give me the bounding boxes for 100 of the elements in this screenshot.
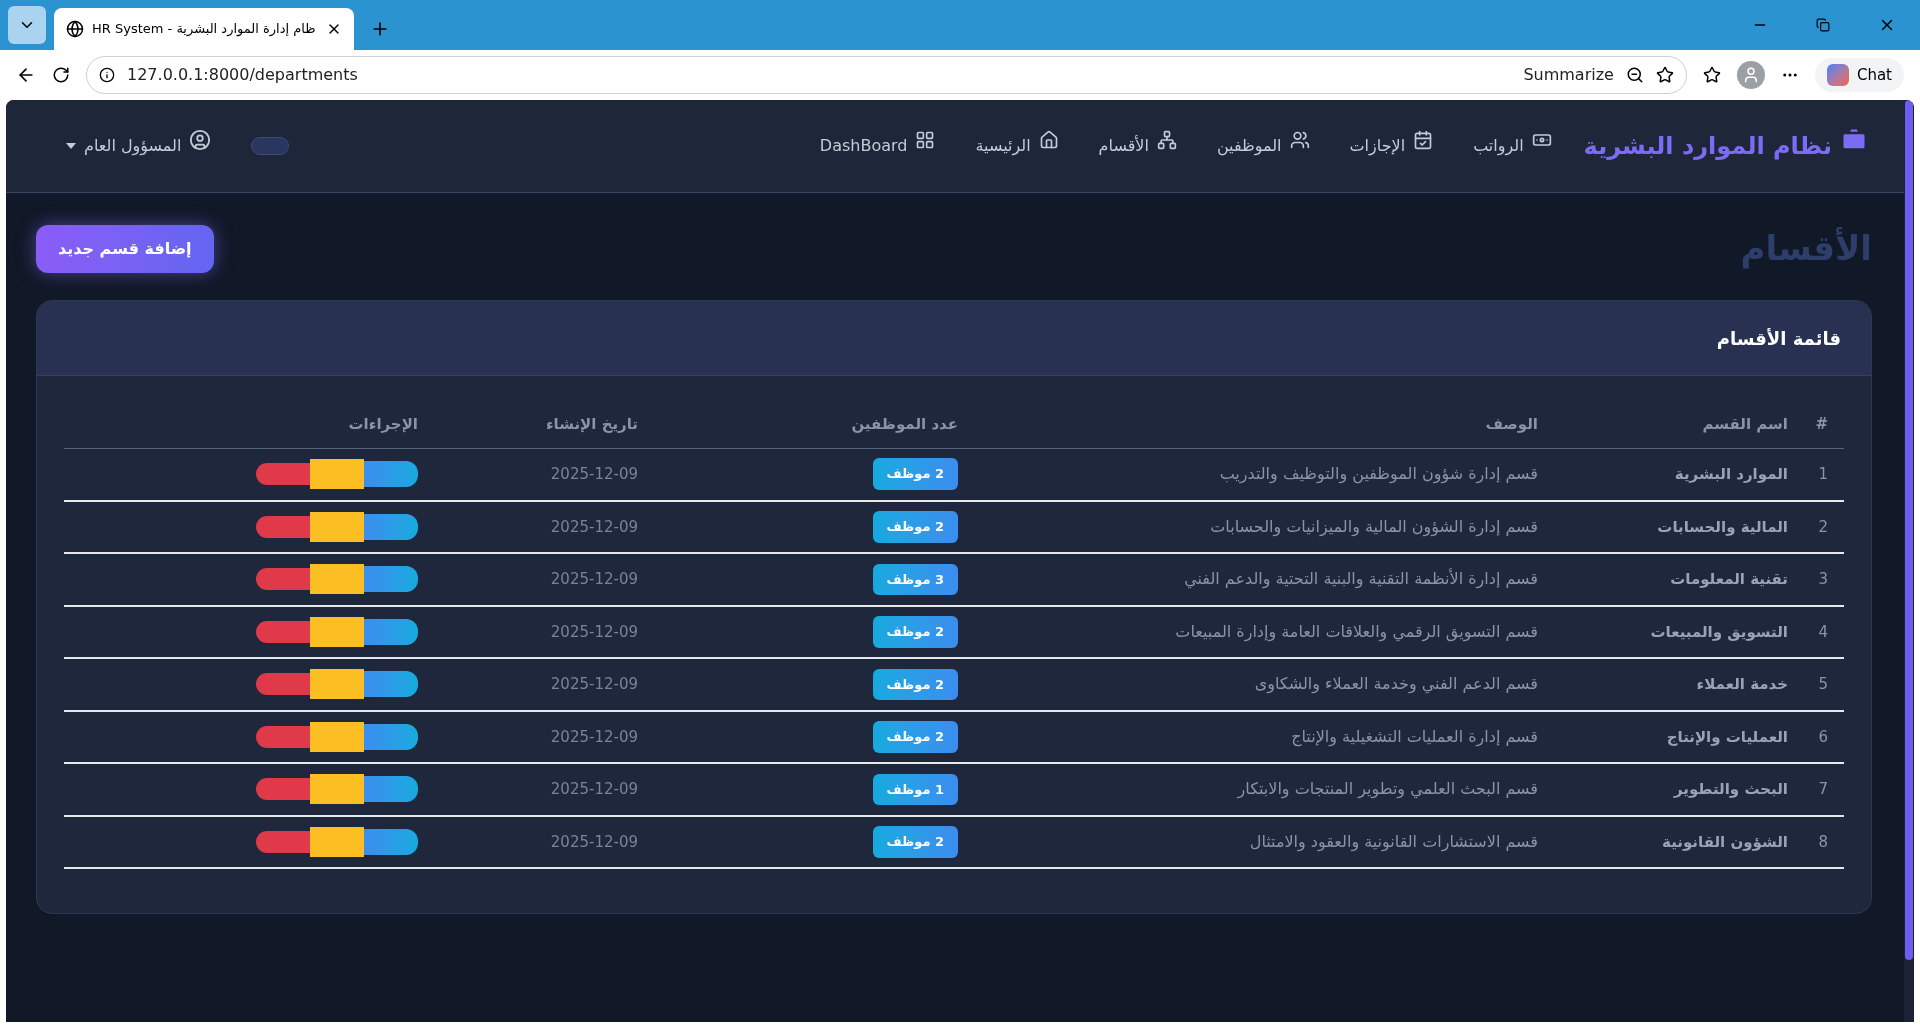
zoom-out-icon[interactable] xyxy=(1625,66,1644,84)
row-number: 1 xyxy=(1818,464,1828,483)
department-description: قسم الدعم الفني وخدمة العملاء والشكاوى xyxy=(1254,674,1538,694)
department-name: تقنية المعلومات xyxy=(1670,570,1788,588)
view-button[interactable] xyxy=(364,776,418,803)
view-button[interactable] xyxy=(364,618,418,645)
creation-date: 2025-12-09 xyxy=(550,517,638,536)
user-icon xyxy=(189,129,212,151)
summarize-button[interactable]: Summarize xyxy=(1523,63,1614,87)
column-header: اسم القسم xyxy=(1702,414,1788,433)
calendar-check-icon xyxy=(1413,130,1434,150)
department-description: قسم إدارة الشؤون المالية والميزانيات والحسابات xyxy=(1210,516,1538,536)
card-title: قائمة الأقسام xyxy=(1716,326,1841,351)
delete-button[interactable] xyxy=(256,725,310,748)
nav-link[interactable]: الرئيسية xyxy=(975,130,1059,162)
column-header: الإجراءات xyxy=(348,414,418,433)
department-name: الشؤون القانونية xyxy=(1662,832,1788,851)
department-name: العمليات والإنتاج xyxy=(1666,727,1788,746)
delete-button[interactable] xyxy=(256,515,310,538)
view-button[interactable] xyxy=(364,513,418,540)
users-icon xyxy=(1289,130,1310,150)
row-number: 8 xyxy=(1818,832,1828,851)
employee-count-badge: 1 موظف xyxy=(872,773,958,805)
employee-count-badge: 2 موظف xyxy=(872,458,958,490)
reload-icon[interactable] xyxy=(52,66,70,84)
hierarchy-icon xyxy=(1156,130,1177,150)
globe-icon xyxy=(66,20,84,38)
column-header: عدد الموظفين xyxy=(851,414,958,433)
nav-link[interactable]: DashBoard xyxy=(819,130,936,162)
employee-count-badge: 2 موظف xyxy=(872,616,958,648)
favorites-icon[interactable] xyxy=(1702,66,1721,84)
edit-button[interactable] xyxy=(310,774,364,805)
column-header: # xyxy=(1815,414,1828,433)
employee-count-badge: 2 موظف xyxy=(872,721,958,753)
department-description: قسم البحث العلمي وتطوير المنتجات والابتكار xyxy=(1237,779,1538,799)
edit-button[interactable] xyxy=(310,616,364,647)
department-name: خدمة العملاء xyxy=(1696,675,1788,693)
home-icon xyxy=(1038,130,1059,150)
nav-link[interactable]: الرواتب xyxy=(1473,130,1552,162)
view-button[interactable] xyxy=(364,723,418,750)
nav-link[interactable]: الموظفين xyxy=(1216,130,1310,162)
delete-button[interactable] xyxy=(256,568,310,591)
browser-tab[interactable]: HR System - ظام إدارة الموارد البشرية xyxy=(54,8,354,50)
view-button[interactable] xyxy=(364,566,418,593)
creation-date: 2025-12-09 xyxy=(550,727,638,746)
edit-button[interactable] xyxy=(310,721,364,752)
row-number: 7 xyxy=(1818,780,1828,798)
user-menu[interactable]: المسؤول العام xyxy=(66,129,212,163)
creation-date: 2025-12-09 xyxy=(550,832,638,851)
restore-icon[interactable] xyxy=(1816,18,1830,32)
view-button[interactable] xyxy=(364,828,418,855)
nav-link[interactable]: الإجازات xyxy=(1349,130,1434,162)
view-button[interactable] xyxy=(364,461,418,487)
chat-button[interactable]: Chat xyxy=(1814,58,1904,92)
department-description: قسم إدارة العمليات التشغيلية والإنتاج xyxy=(1291,726,1538,746)
department-name: الموارد البشرية xyxy=(1674,464,1788,483)
page-title: الأقسام xyxy=(1740,226,1872,271)
grid-icon xyxy=(915,130,936,150)
employee-count-badge: 2 موظف xyxy=(872,511,958,543)
department-description: قسم الاستشارات القانونية والعقود والامتثال xyxy=(1249,831,1538,851)
tab-title: HR System - ظام إدارة الموارد البشرية xyxy=(92,20,317,39)
row-number: 4 xyxy=(1818,622,1828,641)
edit-button[interactable] xyxy=(310,826,364,857)
scrollbar[interactable] xyxy=(1904,100,1914,1022)
profile-avatar[interactable] xyxy=(1736,61,1765,89)
brand-title[interactable]: نظام الموارد البشرية xyxy=(1583,128,1832,164)
info-icon xyxy=(99,67,115,83)
column-header: تاريخ الإنشاء xyxy=(545,414,638,433)
delete-button[interactable] xyxy=(256,778,310,801)
delete-button[interactable] xyxy=(256,830,310,853)
creation-date: 2025-12-09 xyxy=(550,675,638,693)
caret-icon xyxy=(66,143,76,149)
row-number: 5 xyxy=(1818,675,1828,693)
delete-button[interactable] xyxy=(256,620,310,643)
favorite-star-icon[interactable] xyxy=(1655,66,1674,84)
delete-button[interactable] xyxy=(256,673,310,696)
employee-count-badge: 2 موظف xyxy=(872,668,958,700)
employee-count-badge: 2 موظف xyxy=(872,826,958,858)
delete-button[interactable] xyxy=(256,463,310,485)
nav-link[interactable]: الأقسام xyxy=(1098,130,1177,162)
column-header: الوصف xyxy=(1485,414,1538,433)
department-description: قسم التسويق الرقمي والعلاقات العامة وإدارة المبيعات xyxy=(1175,621,1538,641)
edit-button[interactable] xyxy=(310,669,364,700)
creation-date: 2025-12-09 xyxy=(550,622,638,641)
row-number: 3 xyxy=(1818,570,1828,588)
department-description: قسم إدارة شؤون الموظفين والتوظيف والتدريب xyxy=(1219,464,1538,483)
employee-count-badge: 3 موظف xyxy=(872,563,958,595)
department-name: المالية والحسابات xyxy=(1657,517,1788,536)
view-button[interactable] xyxy=(364,671,418,698)
row-number: 2 xyxy=(1818,517,1828,536)
toggle-switch[interactable] xyxy=(251,137,290,155)
department-description: قسم إدارة الأنظمة التقنية والبنية التحتية والدعم الفني xyxy=(1184,569,1538,589)
url-text: 127.0.0.1:8000/departments xyxy=(127,64,359,86)
creation-date: 2025-12-09 xyxy=(550,464,638,483)
creation-date: 2025-12-09 xyxy=(550,780,638,798)
add-department-button[interactable]: إضافة قسم جديد xyxy=(36,224,214,273)
edit-button[interactable] xyxy=(310,511,364,542)
creation-date: 2025-12-09 xyxy=(550,570,638,588)
edit-button[interactable] xyxy=(310,564,364,595)
department-name: التسويق والمبيعات xyxy=(1650,622,1788,641)
